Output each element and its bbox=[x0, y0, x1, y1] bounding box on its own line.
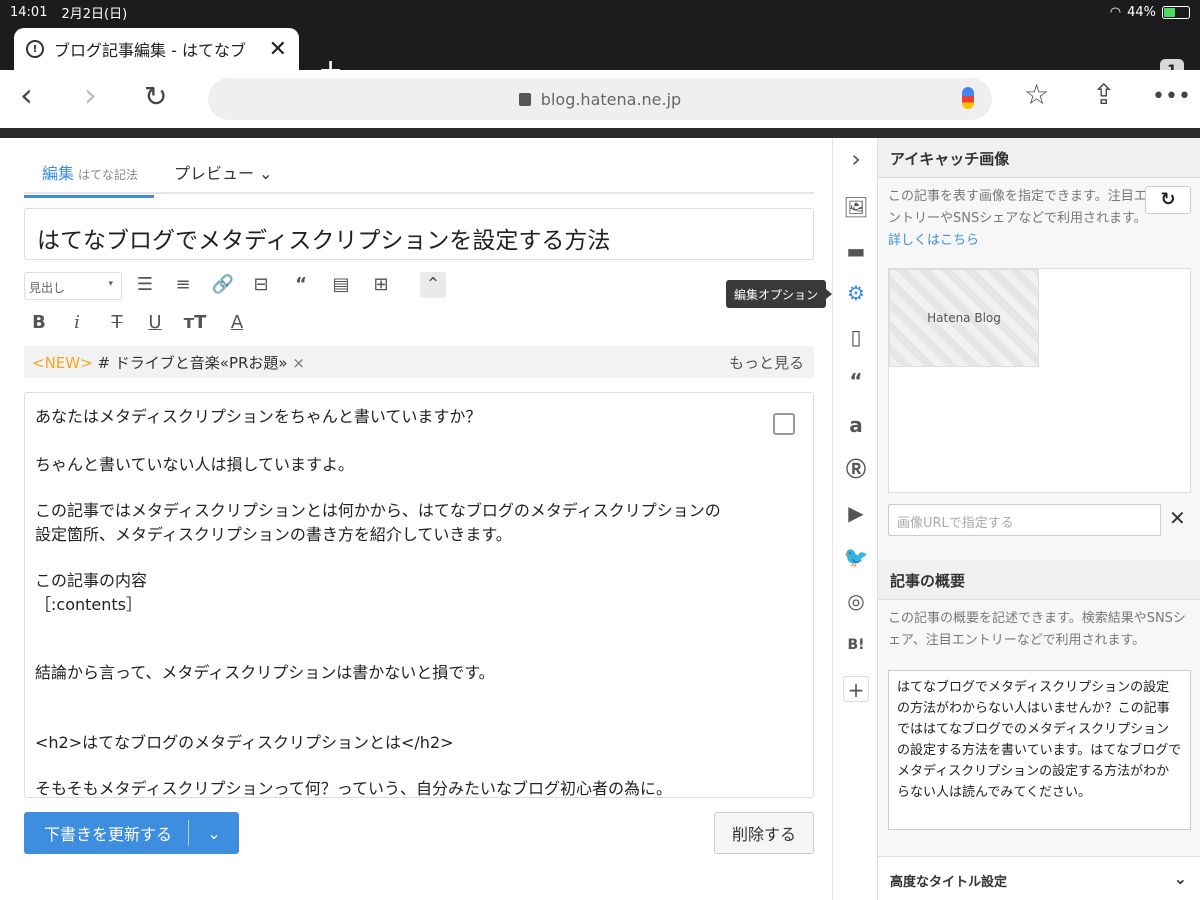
forward-icon[interactable]: › bbox=[84, 76, 97, 114]
summary-textarea[interactable]: はてなブログでメタディスクリプションの設定の方法がわからない人はいませんか？この… bbox=[888, 670, 1191, 830]
save-draft-button[interactable]: 下書きを更新する ⌄ bbox=[24, 812, 239, 854]
body-line: 結論から言って、メタディスクリプションは書かないと損です。 bbox=[35, 663, 495, 682]
browser-toolbar: ‹ › ↻ blog.hatena.ne.jp ☆ ⇪ ••• bbox=[0, 70, 1200, 128]
close-tab-icon[interactable]: ✕ bbox=[269, 37, 287, 62]
hatena-blog-logo: Hatena Blog bbox=[927, 311, 1001, 325]
save-options-dropdown-icon[interactable]: ⌄ bbox=[189, 824, 239, 843]
summary-description: この記事の概要を記述できます。検索結果やSNSシェア、注目エントリーなどで利用さ… bbox=[888, 611, 1186, 648]
more-options-icon[interactable]: ••• bbox=[1152, 84, 1191, 109]
body-line: あなたはメタディスクリプションをちゃんと書いていますか？ bbox=[35, 407, 482, 426]
photo-icon[interactable]: 🖼 bbox=[843, 194, 869, 220]
status-time: 14:01 bbox=[10, 4, 48, 20]
document-icon[interactable]: ▯ bbox=[843, 324, 869, 350]
browser-tab-bar: ! ブログ記事編集 - はてなブ ✕ + 1 bbox=[0, 24, 1200, 86]
tab-edit[interactable]: 編集 はてな記法 bbox=[23, 160, 155, 198]
theme-tag[interactable]: # ドライブと音楽«PRお題» bbox=[97, 354, 287, 372]
more-line-icon[interactable]: ⊟ bbox=[248, 272, 274, 298]
strikethrough-icon[interactable]: T bbox=[104, 310, 130, 336]
underline-icon[interactable]: U bbox=[142, 310, 168, 336]
gear-icon[interactable]: ⚙ bbox=[843, 280, 869, 306]
browser-tab[interactable]: ! ブログ記事編集 - はてなブ ✕ bbox=[14, 28, 299, 70]
details-link[interactable]: 詳しくはこちら bbox=[888, 233, 979, 248]
hatena-bookmark-icon[interactable]: B! bbox=[843, 632, 869, 658]
italic-icon[interactable]: i bbox=[64, 310, 90, 336]
lock-icon bbox=[518, 92, 531, 106]
body-line: <h2>はてなブログのメタディスクリプションとは</h2> bbox=[35, 733, 454, 752]
browser-tab-title: ブログ記事編集 - はてなブ bbox=[54, 41, 246, 60]
clear-url-icon[interactable]: ✕ bbox=[1169, 506, 1186, 530]
page-header-strip bbox=[0, 128, 1200, 138]
side-panel: アイキャッチ画像 この記事を表す画像を指定できます。注目エントリーやSNSシェア… bbox=[877, 138, 1200, 900]
body-line: ちゃんと書いていない人は損していますよ。 bbox=[35, 455, 355, 474]
quote-icon[interactable]: “ bbox=[288, 272, 314, 298]
article-body-textarea[interactable]: あなたはメタディスクリプションをちゃんと書いていますか？ ちゃんと書いていない人… bbox=[24, 392, 814, 798]
address-bar[interactable]: blog.hatena.ne.jp bbox=[208, 78, 992, 120]
microphone-icon[interactable] bbox=[962, 87, 974, 109]
quote-icon[interactable]: “ bbox=[843, 368, 869, 394]
rakuten-icon[interactable]: Ⓡ bbox=[843, 456, 869, 482]
image-url-input[interactable]: 画像URLで指定する bbox=[888, 504, 1161, 536]
editor-tabs: 編集 はてな記法 プレビュー ⌄ bbox=[23, 150, 814, 198]
eyecatch-image-area[interactable]: Hatena Blog bbox=[888, 268, 1191, 493]
tag-bar: <NEW> # ドライブと音楽«PRお題» × もっと見る bbox=[24, 346, 814, 378]
share-icon[interactable]: ⇪ bbox=[1092, 78, 1115, 111]
url-text: blog.hatena.ne.jp bbox=[540, 89, 682, 109]
article-title-input[interactable]: はてなブログでメタディスクリプションを設定する方法 bbox=[24, 208, 814, 260]
instagram-icon[interactable]: ◎ bbox=[843, 588, 869, 614]
bold-icon[interactable]: B bbox=[26, 310, 52, 336]
editor-main: 編集 はてな記法 プレビュー ⌄ はてなブログでメタディスクリプションを設定する方… bbox=[0, 138, 832, 900]
tab-preview[interactable]: プレビュー ⌄ bbox=[174, 160, 273, 184]
refresh-icon[interactable]: ↻ bbox=[1145, 186, 1191, 214]
heading-select[interactable]: 見出し bbox=[24, 272, 122, 300]
text-size-icon[interactable]: тT bbox=[182, 310, 208, 336]
youtube-icon[interactable]: ▶ bbox=[843, 500, 869, 526]
bookmark-star-icon[interactable]: ☆ bbox=[1024, 78, 1049, 111]
wifi-icon: ◠ bbox=[1109, 4, 1122, 20]
text-color-icon[interactable]: A bbox=[224, 310, 250, 336]
body-line: そもそもメタディスクリプションって何？っていう、自分みたいなブログ初心者の為に。 bbox=[35, 779, 672, 798]
edit-options-tooltip: 編集オプション bbox=[726, 280, 832, 308]
reload-icon[interactable]: ↻ bbox=[144, 80, 167, 113]
body-line: この記事の内容 bbox=[35, 571, 148, 590]
eyecatch-heading: アイキャッチ画像 bbox=[878, 138, 1200, 178]
status-bar: 14:01 2月2日(日) ◠ 44% bbox=[0, 0, 1200, 24]
numbered-list-icon[interactable]: ≡ bbox=[170, 272, 196, 298]
hatena-favicon-icon: ! bbox=[26, 40, 44, 58]
delete-button[interactable]: 削除する bbox=[714, 812, 814, 854]
link-icon[interactable]: 🔗 bbox=[210, 272, 236, 298]
status-date: 2月2日(日) bbox=[61, 6, 128, 22]
more-tags-link[interactable]: もっと見る bbox=[729, 352, 804, 373]
table-icon[interactable]: ⊞ bbox=[368, 272, 394, 298]
amazon-icon[interactable]: a bbox=[843, 412, 869, 438]
body-line: 設定箇所、メタディスクリプションの書き方を紹介していきます。 bbox=[35, 525, 512, 544]
battery-percent: 44% bbox=[1127, 4, 1156, 20]
sidebar-icon-rail: › 🖼 ▬ ⚙ ▯ “ a Ⓡ ▶ 🐦 ◎ B! + bbox=[832, 138, 877, 900]
collapse-panel-icon[interactable]: › bbox=[843, 146, 869, 172]
back-icon[interactable]: ‹ bbox=[20, 76, 33, 114]
new-badge: <NEW> bbox=[32, 354, 93, 372]
body-line: ［:contents］ bbox=[35, 595, 142, 614]
folder-icon[interactable]: ▬ bbox=[843, 238, 869, 264]
add-icon[interactable]: + bbox=[843, 676, 869, 702]
eyecatch-description: この記事を表す画像を指定できます。注目エントリーやSNSシェアなどで利用されます… bbox=[888, 189, 1147, 248]
bullet-list-icon[interactable]: ☰ bbox=[132, 272, 158, 298]
battery-icon bbox=[1162, 5, 1190, 19]
summary-heading: 記事の概要 bbox=[878, 560, 1200, 600]
twitter-icon[interactable]: 🐦 bbox=[843, 544, 869, 570]
format-toolbar: 見出し ☰ ≡ 🔗 ⊟ “ ▤ ⊞ ⌃ B i T U тT A bbox=[24, 270, 814, 350]
body-line: この記事ではメタディスクリプションとは何かから、はてなブログのメタディスクリプシ… bbox=[35, 501, 721, 520]
chevron-down-icon: ⌄ bbox=[1173, 869, 1187, 888]
table-of-contents-icon[interactable]: ▤ bbox=[328, 272, 354, 298]
eyecatch-thumbnail[interactable]: Hatena Blog bbox=[889, 269, 1039, 367]
remove-tag-icon[interactable]: × bbox=[292, 354, 305, 372]
collapse-toolbar-icon[interactable]: ⌃ bbox=[420, 272, 446, 298]
advanced-title-settings[interactable]: 高度なタイトル設定 ⌄ bbox=[878, 856, 1200, 900]
preview-copy-icon[interactable] bbox=[773, 413, 795, 435]
